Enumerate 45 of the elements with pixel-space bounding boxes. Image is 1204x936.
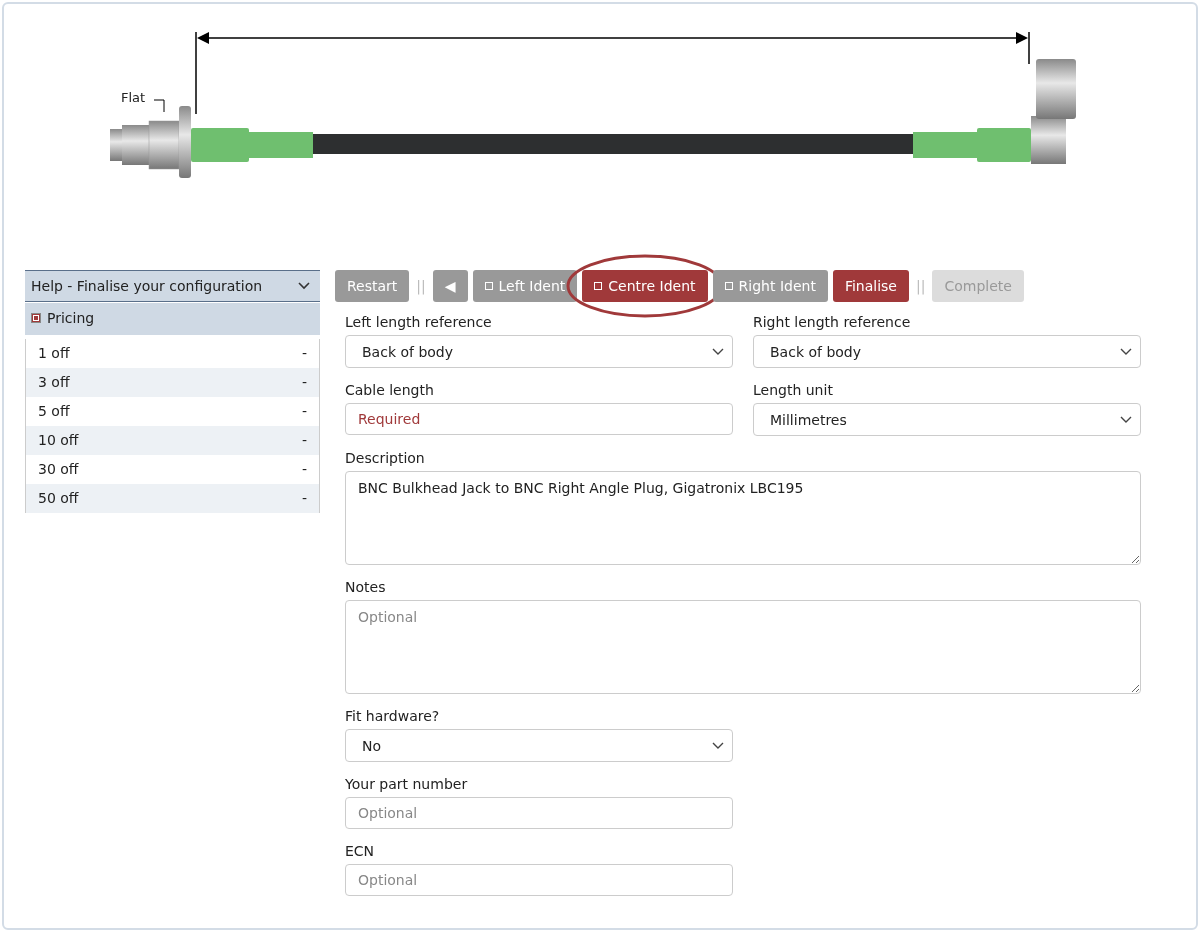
quantity-text: 5 off — [38, 403, 70, 420]
square-icon — [31, 313, 41, 323]
text-area[interactable]: Optional — [345, 600, 1141, 694]
price-text: - — [301, 403, 307, 420]
quantity-text: 30 off — [38, 461, 79, 478]
chevron-icon — [712, 741, 724, 750]
flat-label: Flat — [121, 90, 146, 105]
field-label: Right length reference — [753, 314, 912, 330]
select-field[interactable]: No — [345, 729, 733, 762]
field-label: Left length reference — [345, 314, 493, 330]
field-label: Fit hardware? — [345, 708, 441, 724]
field-label: Notes — [345, 579, 387, 595]
price-text: - — [301, 490, 307, 507]
field-label: Description — [345, 450, 426, 466]
price-text: - — [301, 461, 307, 478]
quantity-text: 3 off — [38, 374, 70, 391]
select-field[interactable]: Millimetres — [753, 403, 1141, 436]
field-label: Length unit — [753, 382, 834, 398]
select-field[interactable]: Back of body — [345, 335, 733, 368]
chevron-icon — [1120, 347, 1132, 356]
square-icon — [594, 282, 603, 290]
square-icon — [484, 282, 493, 290]
separator-text: || — [415, 278, 427, 294]
field-label: Your part number — [345, 776, 469, 792]
price-text: - — [301, 374, 307, 391]
separator-text: || — [914, 278, 927, 294]
help-panel-header[interactable]: Help - Finalise your configuration — [25, 270, 320, 302]
input-field[interactable]: Optional — [345, 797, 733, 829]
field-label: Cable length — [345, 382, 435, 398]
select-field[interactable]: Back of body — [753, 335, 1141, 368]
field-label: ECN — [345, 843, 376, 859]
step-button[interactable]: Centre Ident — [582, 270, 708, 302]
quantity-text: 1 off — [38, 345, 70, 362]
section-title: Pricing — [47, 310, 95, 326]
chevron-icon — [1120, 415, 1132, 424]
input-field[interactable]: Optional — [345, 864, 733, 896]
price-text: - — [301, 432, 307, 449]
quantity-text: 10 off — [38, 432, 79, 449]
quantity-text: 50 off — [38, 490, 79, 507]
step-button[interactable]: Finalise — [832, 270, 909, 302]
price-text: - — [301, 345, 307, 362]
square-icon — [724, 282, 733, 290]
chevron-icon — [712, 347, 724, 356]
text-area[interactable]: BNC Bulkhead Jack to BNC Right Angle Plug, Gigatronix LBC195 — [345, 471, 1141, 565]
input-field[interactable]: Required — [345, 403, 733, 435]
